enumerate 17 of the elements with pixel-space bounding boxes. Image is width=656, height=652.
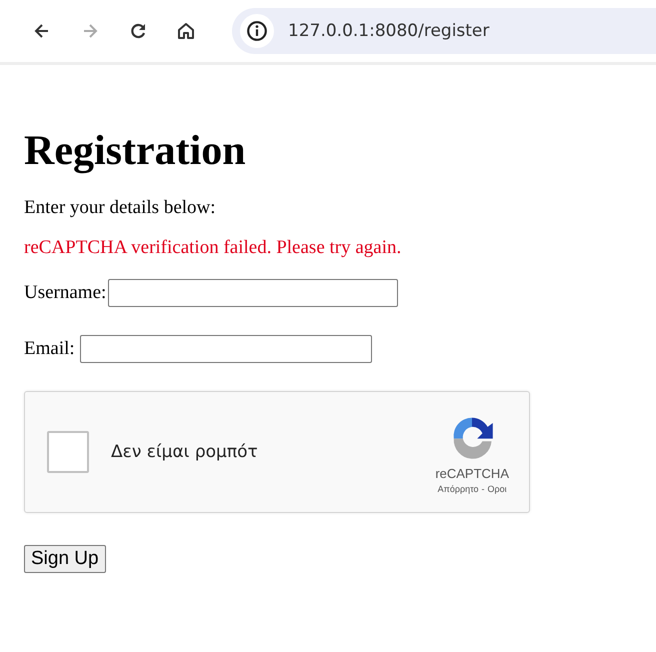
captcha-checkbox[interactable] bbox=[47, 431, 89, 473]
error-message: reCAPTCHA verification failed. Please try again. bbox=[24, 237, 402, 259]
intro-text: Enter your details below: bbox=[24, 197, 217, 219]
field-label: Email: bbox=[24, 338, 75, 360]
info-icon[interactable] bbox=[240, 14, 274, 48]
terms-link[interactable]: Οροι bbox=[488, 484, 507, 494]
username-field[interactable] bbox=[108, 279, 398, 307]
link-separator: - bbox=[482, 484, 485, 494]
address-bar[interactable]: 127.0.0.1:8080/register bbox=[232, 8, 656, 54]
page-heading: Registration bbox=[24, 127, 247, 175]
captcha-brand: reCAPTCHA bbox=[435, 466, 509, 481]
privacy-link[interactable]: Απόρρητο bbox=[438, 484, 479, 494]
field-label: Username: bbox=[24, 282, 106, 304]
captcha-label: Δεν είμαι ρομπότ bbox=[111, 442, 259, 462]
email-field[interactable] bbox=[80, 335, 372, 363]
sign-up-button[interactable]: Sign Up bbox=[24, 545, 106, 573]
home-icon[interactable] bbox=[176, 21, 196, 41]
